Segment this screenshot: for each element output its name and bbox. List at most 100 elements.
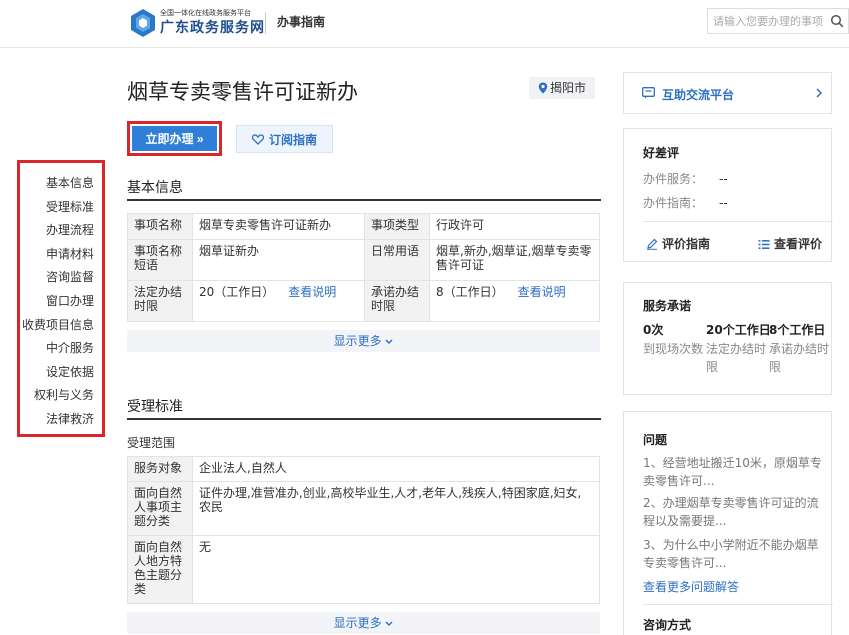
cell-value: 无 bbox=[192, 535, 600, 604]
subscribe-guide-button[interactable]: 订阅指南 bbox=[236, 125, 333, 153]
table-row: 服务对象 企业法人,自然人 bbox=[127, 456, 600, 482]
list-icon bbox=[758, 240, 770, 249]
rating-guide: 办件指南： -- bbox=[643, 194, 728, 211]
rating-card: 好差评 办件服务： -- 办件指南： -- 评价指南 查看评价 bbox=[623, 128, 833, 262]
exchange-platform-label: 互助交流平台 bbox=[662, 88, 735, 102]
left-nav-item-basic-info[interactable]: 基本信息 bbox=[20, 175, 102, 199]
left-nav-item-fees[interactable]: 收费项目信息 bbox=[20, 317, 102, 341]
left-nav-item-window[interactable]: 窗口办理 bbox=[20, 293, 102, 317]
chevron-right-icon bbox=[816, 88, 823, 98]
more-questions-link[interactable]: 查看更多问题解答 bbox=[643, 578, 739, 595]
promise-stat: 8个工作日 承诺办结时限 bbox=[769, 321, 832, 376]
card-divider bbox=[643, 604, 833, 605]
left-nav-item-consult[interactable]: 咨询监督 bbox=[20, 269, 102, 293]
promise-stats: 0次 到现场次数 20个工作日 法定办结时限 8个工作日 承诺办结时限 bbox=[643, 321, 833, 376]
cell-key: 服务对象 bbox=[127, 456, 193, 482]
rating-title: 好差评 bbox=[643, 146, 680, 160]
consult-title: 咨询方式 bbox=[643, 618, 692, 632]
cell-key: 承诺办结时限 bbox=[364, 280, 430, 322]
exchange-platform-link[interactable]: 互助交流平台 bbox=[623, 72, 832, 114]
rating-guide-value: -- bbox=[719, 196, 728, 210]
left-nav-item-remedy[interactable]: 法律救济 bbox=[20, 411, 102, 435]
left-nav: 基本信息 受理标准 办理流程 申请材料 咨询监督 窗口办理 收费项目信息 中介服… bbox=[17, 160, 105, 437]
section-divider bbox=[127, 418, 601, 420]
show-more-basic-button[interactable]: 显示更多 bbox=[127, 330, 600, 352]
view-explanation-link[interactable]: 查看说明 bbox=[288, 285, 336, 299]
rating-service-label: 办件服务： bbox=[643, 172, 704, 186]
basic-info-table: 事项名称 烟草专卖零售许可证新办 事项类型 行政许可 事项名称短语 烟草证新办 … bbox=[127, 213, 600, 322]
cell-value: 证件办理,准营准办,创业,高校毕业生,人才,老年人,残疾人,特困家庭,妇女,农民 bbox=[192, 481, 600, 536]
cell-value: 行政许可 bbox=[429, 213, 600, 240]
search-box[interactable] bbox=[707, 8, 849, 34]
acceptance-table: 服务对象 企业法人,自然人 面向自然人事项主题分类 证件办理,准营准办,创业,高… bbox=[127, 456, 600, 604]
show-more-label: 显示更多 bbox=[333, 334, 382, 348]
question-item[interactable]: 1、经营地址搬迁10米，原烟草专卖零售许可... bbox=[643, 454, 827, 490]
cell-key: 日常用语 bbox=[364, 239, 430, 281]
left-nav-item-basis[interactable]: 设定依据 bbox=[20, 364, 102, 388]
nav-guide[interactable]: 办事指南 bbox=[277, 13, 325, 30]
logo-title[interactable]: 广东政务服务网 bbox=[160, 17, 265, 37]
cell-key: 事项类型 bbox=[364, 213, 430, 240]
promise-stat-value: 8个工作日 bbox=[769, 323, 826, 337]
cell-value: 烟草专卖零售许可证新办 bbox=[192, 213, 365, 240]
cell-value: 烟草,新办,烟草证,烟草专卖零售许可证 bbox=[429, 239, 600, 281]
site-logo-icon[interactable] bbox=[128, 8, 158, 38]
rate-guide-label: 评价指南 bbox=[662, 237, 711, 251]
chevron-down-icon bbox=[385, 621, 393, 626]
header-divider bbox=[265, 12, 266, 34]
service-promise-card: 服务承诺 0次 到现场次数 20个工作日 法定办结时限 8个工作日 承诺办结时限 bbox=[623, 282, 832, 395]
section-acceptance-title: 受理标准 bbox=[127, 399, 183, 415]
table-row: 法定办结时限 20（工作日） 查看说明 承诺办结时限 8（工作日） 查看说明 bbox=[127, 280, 600, 322]
card-divider bbox=[643, 221, 833, 222]
cell-value: 20（工作日） 查看说明 bbox=[192, 280, 365, 322]
table-row: 事项名称短语 烟草证新办 日常用语 烟草,新办,烟草证,烟草专卖零售许可证 bbox=[127, 239, 600, 281]
left-nav-item-materials[interactable]: 申请材料 bbox=[20, 246, 102, 270]
acceptance-scope-label: 受理范围 bbox=[127, 436, 176, 450]
cell-key: 面向自然人事项主题分类 bbox=[127, 481, 193, 536]
heart-icon bbox=[251, 133, 264, 145]
cell-value-text: 20（工作日） bbox=[199, 285, 275, 299]
section-divider bbox=[127, 199, 601, 201]
left-nav-item-agency[interactable]: 中介服务 bbox=[20, 340, 102, 364]
table-row: 事项名称 烟草专卖零售许可证新办 事项类型 行政许可 bbox=[127, 213, 600, 240]
left-nav-item-process[interactable]: 办理流程 bbox=[20, 222, 102, 246]
view-ratings-button[interactable]: 查看评价 bbox=[758, 235, 822, 252]
left-nav-item-acceptance[interactable]: 受理标准 bbox=[20, 199, 102, 223]
promise-stat: 0次 到现场次数 bbox=[643, 321, 706, 376]
table-row: 面向自然人事项主题分类 证件办理,准营准办,创业,高校毕业生,人才,老年人,残疾… bbox=[127, 481, 600, 536]
location-text: 揭阳市 bbox=[550, 81, 587, 95]
search-icon[interactable] bbox=[830, 14, 844, 28]
rating-service-value: -- bbox=[719, 172, 728, 186]
questions-card: 问题 1、经营地址搬迁10米，原烟草专卖零售许可... 2、办理烟草专卖零售许可… bbox=[623, 411, 833, 635]
subscribe-label: 订阅指南 bbox=[268, 132, 317, 147]
cell-value: 企业法人,自然人 bbox=[192, 456, 600, 482]
cell-key: 事项名称 bbox=[127, 213, 193, 240]
cell-key: 面向自然人地方特色主题分类 bbox=[127, 535, 193, 604]
questions-title: 问题 bbox=[643, 433, 668, 447]
rating-guide-label: 办件指南： bbox=[643, 196, 704, 210]
promise-stat-caption: 到现场次数 bbox=[643, 342, 704, 356]
apply-button-highlight: 立即办理 » bbox=[127, 121, 222, 156]
promise-stat-value: 20个工作日 bbox=[706, 323, 771, 337]
location-badge[interactable]: 揭阳市 bbox=[529, 77, 596, 99]
question-item[interactable]: 2、办理烟草专卖零售许可证的流程以及需要提... bbox=[643, 494, 827, 530]
question-item[interactable]: 3、为什么中小学附近不能办烟草专卖零售许可... bbox=[643, 536, 827, 572]
search-input[interactable] bbox=[708, 9, 826, 33]
cell-key: 法定办结时限 bbox=[127, 280, 193, 322]
promise-stat: 20个工作日 法定办结时限 bbox=[706, 321, 771, 376]
rate-guide-button[interactable]: 评价指南 bbox=[646, 235, 710, 252]
left-nav-item-rights[interactable]: 权利与义务 bbox=[20, 387, 102, 411]
section-basic-title: 基本信息 bbox=[127, 180, 183, 196]
rating-service: 办件服务： -- bbox=[643, 170, 728, 187]
view-explanation-link[interactable]: 查看说明 bbox=[518, 285, 566, 299]
chevron-down-icon bbox=[385, 339, 393, 344]
chat-icon bbox=[642, 87, 655, 99]
show-more-acceptance-button[interactable]: 显示更多 bbox=[127, 612, 600, 634]
view-ratings-label: 查看评价 bbox=[774, 237, 823, 251]
page-title: 烟草专卖零售许可证新办 bbox=[127, 80, 358, 104]
cell-key: 事项名称短语 bbox=[127, 239, 193, 281]
promise-stat-caption: 承诺办结时限 bbox=[769, 342, 830, 374]
cell-value: 8（工作日） 查看说明 bbox=[429, 280, 600, 322]
apply-now-button[interactable]: 立即办理 » bbox=[132, 126, 217, 151]
location-pin-icon bbox=[538, 82, 548, 94]
